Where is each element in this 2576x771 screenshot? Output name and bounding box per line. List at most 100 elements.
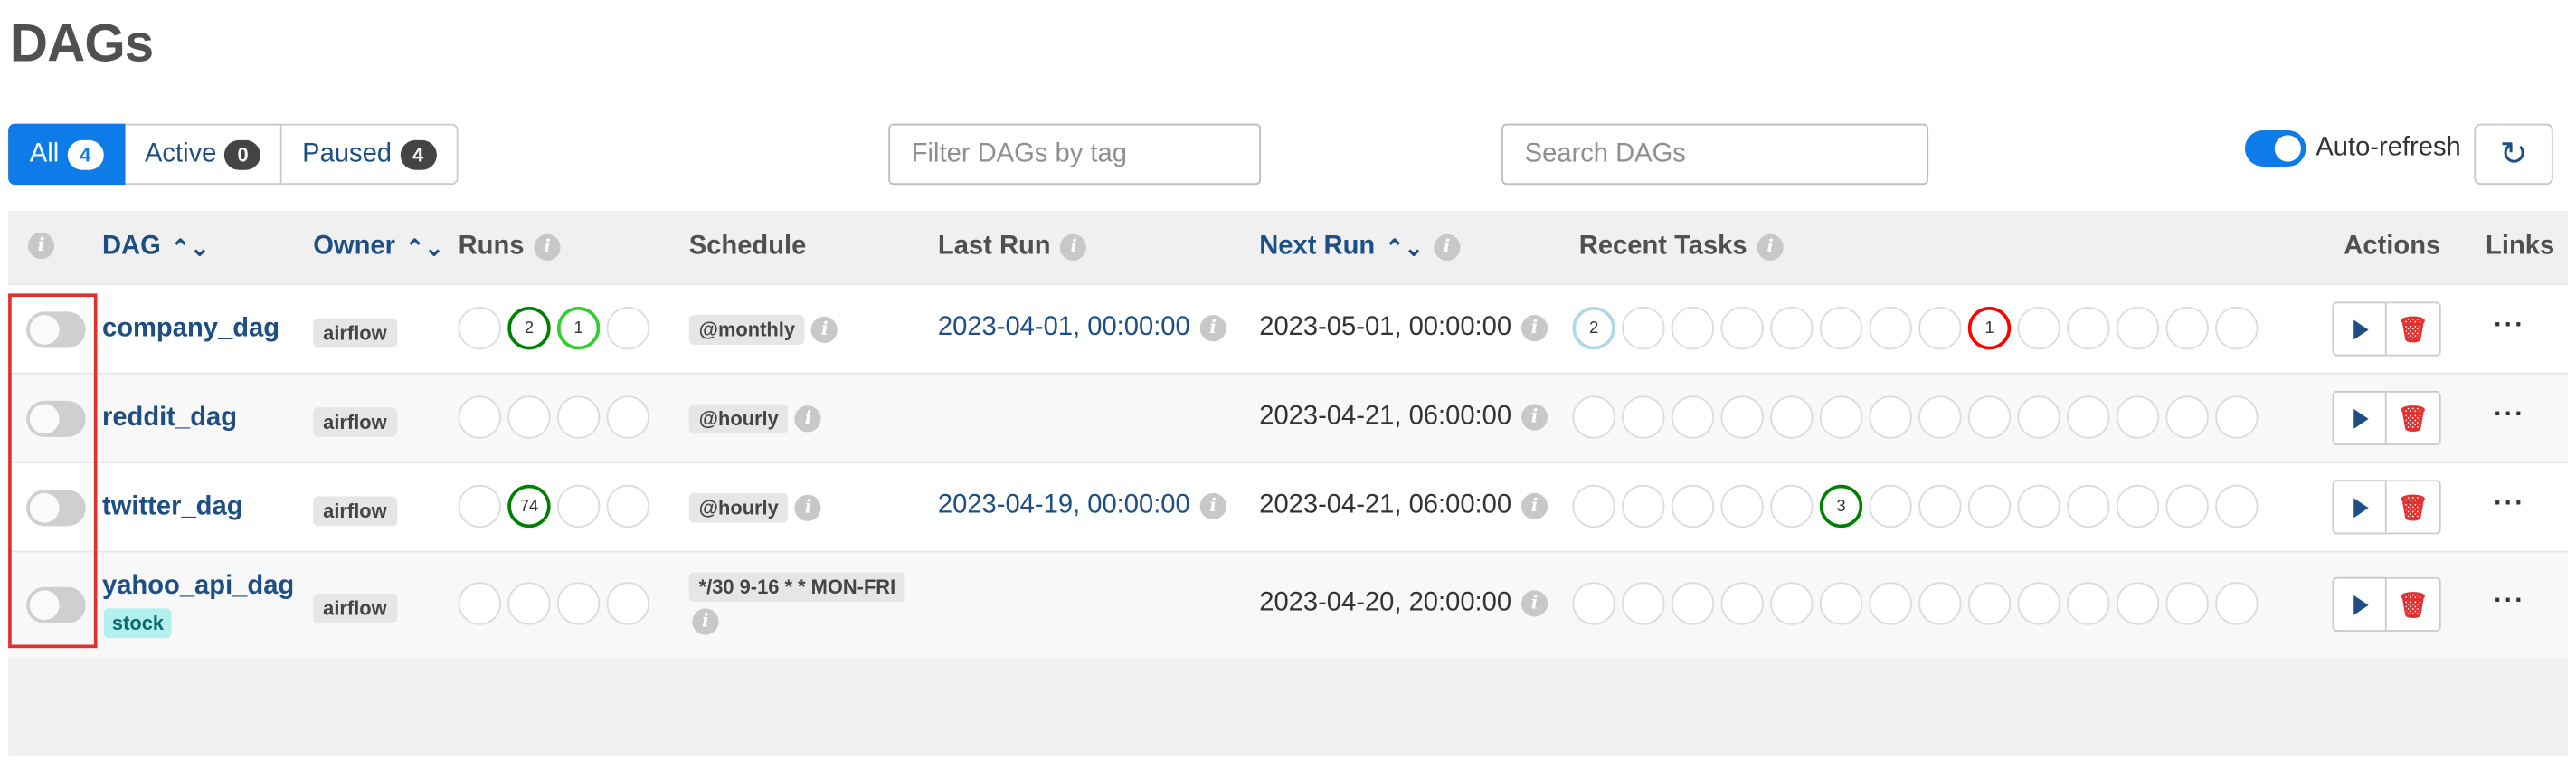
links-menu-button[interactable]: ··· [2494,311,2525,341]
run-circle-running[interactable]: 1 [556,306,601,350]
run-circle[interactable] [458,484,501,528]
task-circle[interactable] [1869,582,1912,625]
delete-dag-button[interactable]: 🗑︎ [2386,480,2441,535]
dag-name-link[interactable]: company_dag [102,315,279,345]
filter-active-button[interactable]: Active 0 [125,123,283,186]
task-circle[interactable] [1869,484,1912,528]
delete-dag-button[interactable]: 🗑︎ [2386,301,2441,357]
info-icon[interactable]: i [795,494,822,521]
run-circle-success[interactable]: 74 [507,484,551,528]
task-circle[interactable] [1967,395,2012,439]
task-circle[interactable] [1869,395,1912,439]
task-circle[interactable] [1671,395,1715,439]
task-circle[interactable] [2215,395,2259,439]
task-circle[interactable] [2067,306,2110,350]
task-circle[interactable] [1770,582,1814,625]
task-circle[interactable] [1622,484,1665,528]
task-circle[interactable] [2165,395,2209,439]
run-circle-success[interactable]: 2 [507,306,551,350]
info-icon[interactable]: i [1433,233,1461,261]
task-circle[interactable] [2116,395,2160,439]
task-circle[interactable] [1770,395,1814,439]
task-circle[interactable] [2116,306,2160,350]
task-circle[interactable] [1622,582,1665,625]
task-circle[interactable] [2067,395,2110,439]
filter-all-button[interactable]: All 4 [8,123,126,186]
task-circle[interactable] [1572,484,1615,528]
header-dag[interactable]: DAG ⌃⌄ [102,233,210,262]
trigger-dag-button[interactable] [2332,301,2387,357]
task-circle[interactable] [2165,484,2209,528]
info-icon[interactable]: i [27,232,55,260]
task-circle[interactable] [1770,306,1814,350]
info-icon[interactable]: i [1521,404,1548,431]
run-circle[interactable] [606,395,649,439]
run-circle[interactable] [556,395,601,439]
tag-filter-input[interactable]: Filter DAGs by tag [888,123,1262,186]
info-icon[interactable]: i [811,316,838,344]
task-circle[interactable] [2017,484,2060,528]
task-circle[interactable] [2165,306,2209,350]
dag-tag-badge[interactable]: stock [103,608,173,639]
task-circle[interactable] [2017,582,2060,625]
task-circle-failed[interactable]: 1 [1967,306,2012,350]
task-circle[interactable] [1967,484,2012,528]
run-circle[interactable] [606,582,649,625]
task-circle[interactable] [1572,395,1615,439]
info-icon[interactable]: i [692,608,719,635]
info-icon[interactable]: i [1060,233,1087,261]
task-circle[interactable] [1572,582,1615,625]
task-circle[interactable] [2017,306,2060,350]
run-circle[interactable] [556,484,601,528]
task-circle[interactable] [1622,395,1665,439]
task-circle[interactable] [1918,582,1962,625]
task-circle[interactable] [2067,582,2110,625]
info-icon[interactable]: i [534,233,561,261]
run-circle[interactable] [507,395,551,439]
info-icon[interactable]: i [1521,590,1548,617]
task-circle[interactable] [2165,582,2209,625]
links-menu-button[interactable]: ··· [2494,401,2525,431]
task-circle[interactable] [1720,582,1764,625]
header-owner[interactable]: Owner ⌃⌄ [313,233,443,262]
task-circle[interactable] [1720,484,1764,528]
info-icon[interactable]: i [795,405,822,433]
trigger-dag-button[interactable] [2332,390,2387,446]
refresh-button[interactable]: ↻ [2474,123,2553,186]
task-circle[interactable] [1720,395,1764,439]
trigger-dag-button[interactable] [2332,576,2387,632]
task-circle[interactable] [1918,484,1962,528]
info-icon[interactable]: i [1521,492,1548,520]
delete-dag-button[interactable]: 🗑︎ [2386,576,2441,632]
links-menu-button[interactable]: ··· [2494,587,2525,617]
task-circle[interactable] [1819,306,1863,350]
delete-dag-button[interactable]: 🗑︎ [2386,390,2441,446]
run-circle[interactable] [507,582,551,625]
task-circle-success[interactable]: 3 [1819,484,1863,528]
task-circle[interactable] [2067,484,2110,528]
info-icon[interactable]: i [1199,492,1226,520]
run-circle[interactable] [458,582,501,625]
task-circle[interactable] [1671,582,1715,625]
task-circle[interactable] [1819,395,1863,439]
dag-name-link[interactable]: twitter_dag [102,493,243,523]
info-icon[interactable]: i [1757,233,1784,261]
task-circle[interactable] [1967,582,2012,625]
run-circle[interactable] [606,306,649,350]
run-circle[interactable] [606,484,649,528]
schedule-badge[interactable]: */30 9-16 * * MON-FRI [688,572,906,603]
schedule-badge[interactable]: @hourly [688,404,789,434]
task-circle[interactable] [2116,484,2160,528]
info-icon[interactable]: i [1521,315,1548,342]
task-circle[interactable] [1720,306,1764,350]
task-circle-queued[interactable]: 2 [1572,306,1615,350]
task-circle[interactable] [1819,582,1863,625]
task-circle[interactable] [1770,484,1814,528]
dag-name-link[interactable]: reddit_dag [102,404,237,433]
links-menu-button[interactable]: ··· [2494,490,2525,519]
last-run-link[interactable]: 2023-04-19, 00:00:00 [938,491,1190,521]
task-circle[interactable] [1918,395,1962,439]
task-circle[interactable] [1622,306,1665,350]
task-circle[interactable] [1671,306,1715,350]
task-circle[interactable] [2215,582,2259,625]
